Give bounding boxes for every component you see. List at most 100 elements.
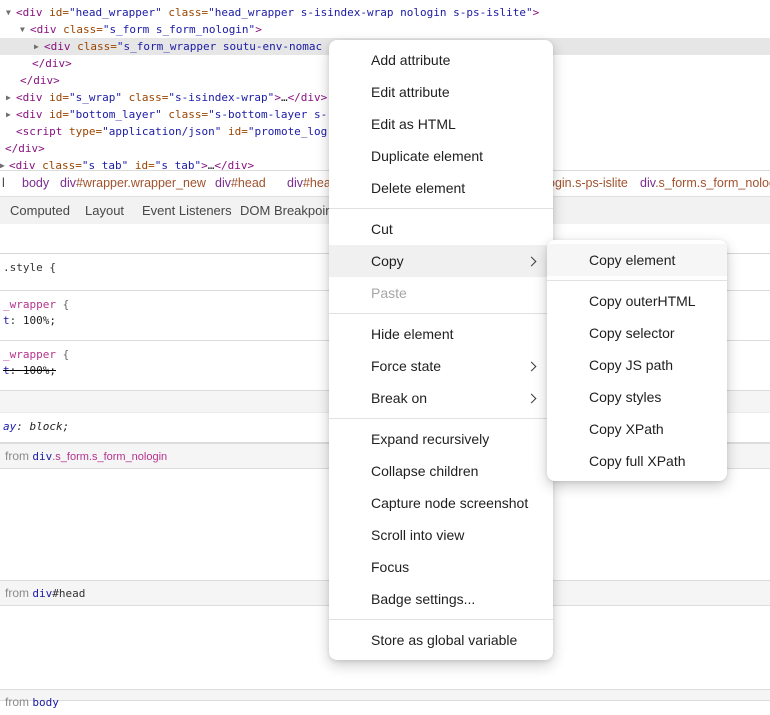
syntax-tag2: body [32,696,59,709]
expand-arrow-icon[interactable]: ▶ [34,38,39,55]
tab-layout[interactable]: Layout [85,197,124,225]
menu-item-expand-recursively[interactable]: Expand recursively [329,423,553,455]
syntax-tag: <div [44,40,71,53]
menu-item-delete-element[interactable]: Delete element [329,172,553,204]
context-menu: Add attributeEdit attributeEdit as HTMLD… [329,40,553,660]
syntax-val: "promote_log [248,125,327,138]
breadcrumb-item-4[interactable]: div#head [215,171,266,196]
syntax-val2: 100%; [23,364,56,377]
expand-arrow-icon[interactable]: ▶ [6,106,11,123]
collapse-arrow-icon[interactable]: ▼ [6,4,11,21]
syntax-plain: l [2,176,5,190]
syntax-tag: </div> [5,142,45,155]
syntax-val: "s-isindex-wrap" [168,91,274,104]
menu-item-capture-node-screenshot[interactable]: Capture node screenshot [329,487,553,519]
menu-item-edit-as-html[interactable]: Edit as HTML [329,108,553,140]
syntax-brace: { [56,298,69,311]
breadcrumb-item-2[interactable]: body [22,171,49,196]
syntax-prop: t [3,314,10,327]
syntax-tag: body [22,176,49,190]
menu-item-store-as-global-variable[interactable]: Store as global variable [329,624,553,656]
menu-item-copy[interactable]: Copy [329,245,553,277]
syntax-attr: id= [43,108,70,121]
syntax-attr: class= [57,23,103,36]
menu-item-copy-element[interactable]: Copy element [547,244,727,276]
menu-item-copy-xpath[interactable]: Copy XPath [547,413,727,445]
syntax-prop: t [3,364,10,377]
tab-computed[interactable]: Computed [10,197,70,225]
syntax-tag: div [60,176,76,190]
breadcrumb-item-7[interactable]: div.s_form.s_form_nolog [640,171,770,196]
syntax-attr: class= [71,40,117,53]
syntax-tag: <div [16,108,43,121]
syntax-val: "s_form_wrapper soutu-env-nomac [117,40,322,53]
menu-separator [329,418,553,419]
breadcrumb-item-1[interactable]: l [2,171,5,196]
syntax-tag: </div> [20,74,60,87]
menu-item-paste: Paste [329,277,553,309]
syntax-from: from [5,695,32,709]
menu-item-cut[interactable]: Cut [329,213,553,245]
menu-item-copy-js-path[interactable]: Copy JS path [547,349,727,381]
syntax-suf: #head [231,176,266,190]
syntax-attr: id= [221,125,248,138]
syntax-val2: 100%; [23,314,56,327]
menu-item-scroll-into-view[interactable]: Scroll into view [329,519,553,551]
syntax-prop: ay [3,420,16,433]
syntax-plain: : [10,364,23,377]
syntax-attr: id= [43,6,70,19]
menu-separator [329,619,553,620]
menu-item-hide-element[interactable]: Hide element [329,318,553,350]
syntax-brace: { [56,348,69,361]
tab-dom-breakpoints[interactable]: DOM Breakpoints [240,197,343,225]
menu-item-copy-full-xpath[interactable]: Copy full XPath [547,445,727,477]
syntax-plain: : [16,420,29,433]
syntax-val: "application/json" [102,125,221,138]
syntax-tag: div [215,176,231,190]
syntax-tag: div [287,176,303,190]
syntax-plain: … [281,91,288,104]
syntax-tag: <script [16,125,62,138]
syntax-plain: : [10,314,23,327]
dom-tree-row-1[interactable]: ▼<div id="head_wrapper" class="head_wrap… [0,4,770,21]
syntax-attr: class= [162,108,208,121]
syntax-tag2: div [32,587,52,600]
tab-event-listeners[interactable]: Event Listeners [142,197,232,225]
syntax-plain: .style { [3,261,56,274]
menu-item-copy-outerhtml[interactable]: Copy outerHTML [547,285,727,317]
syntax-sel: _wrapper [3,298,56,311]
syntax-val: "bottom_layer" [69,108,162,121]
syntax-tag: div [640,176,655,190]
breadcrumb-item-3[interactable]: div#wrapper.wrapper_new [60,171,206,196]
syntax-tag: > [255,23,262,36]
copy-submenu: Copy elementCopy outerHTMLCopy selectorC… [547,240,727,481]
menu-separator [329,208,553,209]
expand-arrow-icon[interactable]: ▶ [6,89,11,106]
syntax-tag: </div> [32,57,72,70]
menu-item-break-on[interactable]: Break on [329,382,553,414]
dom-tree-row-2[interactable]: ▼<div class="s_form s_form_nologin"> [0,21,770,38]
menu-item-edit-attribute[interactable]: Edit attribute [329,76,553,108]
menu-item-focus[interactable]: Focus [329,551,553,583]
syntax-tag: <div [16,91,43,104]
menu-item-force-state[interactable]: Force state [329,350,553,382]
breadcrumb-item-6[interactable]: ogin.s-ps-islite [548,171,628,196]
menu-item-duplicate-element[interactable]: Duplicate element [329,140,553,172]
syntax-suf: .s_form.s_form_nolog [655,176,770,190]
submenu-arrow-icon [527,257,537,267]
syntax-attr: class= [122,91,168,104]
menu-separator [329,313,553,314]
menu-item-copy-styles[interactable]: Copy styles [547,381,727,413]
collapse-arrow-icon[interactable]: ▼ [20,21,25,38]
syntax-val: "head_wrapper" [69,6,162,19]
menu-item-copy-selector[interactable]: Copy selector [547,317,727,349]
menu-item-badge-settings[interactable]: Badge settings... [329,583,553,615]
menu-item-collapse-children[interactable]: Collapse children [329,455,553,487]
syntax-attr: class= [162,6,208,19]
syntax-tag: <div [30,23,57,36]
syntax-val: "s-bottom-layer s- [208,108,327,121]
syntax-tag: > [533,6,540,19]
syntax-dark: #head [52,587,85,600]
syntax-suf: ogin.s-ps-islite [548,176,628,190]
menu-item-add-attribute[interactable]: Add attribute [329,44,553,76]
